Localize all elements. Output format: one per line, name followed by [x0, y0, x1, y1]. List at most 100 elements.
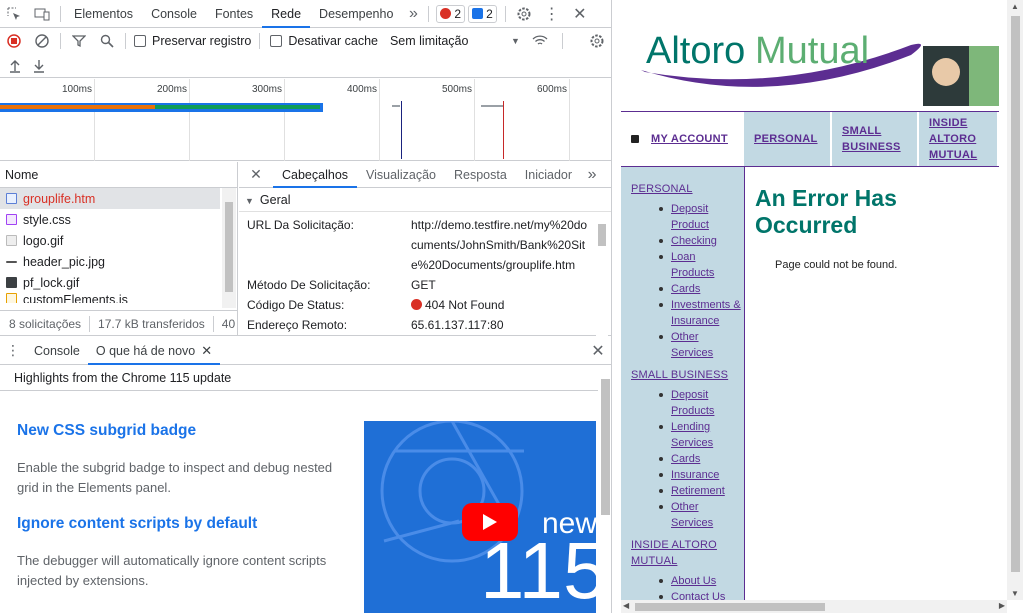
drawer-menu-icon[interactable]: ⋮ [0, 337, 26, 365]
nav-link[interactable]: Cards [659, 451, 741, 467]
nav-section-inside-altoro[interactable]: INSIDE ALTORO MUTUAL [631, 537, 721, 569]
drawer-scrollbar[interactable] [598, 365, 611, 613]
news-title[interactable]: New CSS subgrid badge [17, 422, 196, 440]
request-list-scrollbar[interactable] [222, 188, 236, 308]
scroll-left-arrow-icon[interactable]: ◀ [623, 601, 629, 610]
nav-section-personal[interactable]: PERSONAL [631, 181, 744, 197]
nav-link[interactable]: Deposit Product [659, 201, 741, 233]
page-vertical-scrollbar[interactable]: ▲ ▼ [1007, 0, 1023, 600]
nav-small-business[interactable]: SMALL BUSINESS [832, 112, 919, 166]
close-drawer-icon[interactable]: ✕ [584, 337, 611, 365]
network-timeline-overview[interactable]: 100ms 200ms 300ms 400ms 500ms 600ms [0, 79, 611, 161]
request-row[interactable]: grouplife.htm [0, 188, 220, 209]
tab-response[interactable]: Resposta [445, 162, 516, 188]
drawer-tab-whats-new[interactable]: O que há de novo ✕ [87, 337, 221, 365]
scroll-right-arrow-icon[interactable]: ▶ [999, 601, 1005, 610]
nav-inside-altoro[interactable]: INSIDE ALTORO MUTUAL [919, 112, 999, 166]
close-detail-icon[interactable]: ✕ [239, 161, 273, 189]
nav-link[interactable]: Cards [659, 281, 741, 297]
scrollbar-thumb[interactable] [1011, 16, 1020, 572]
divider [212, 315, 214, 332]
timeline-tick: 300ms [252, 79, 285, 161]
nav-link[interactable]: Other Services [659, 499, 741, 531]
nav-section-small-business[interactable]: SMALL BUSINESS [631, 367, 744, 383]
tab-network[interactable]: Rede [262, 0, 311, 28]
nav-link[interactable]: Deposit Products [659, 387, 741, 419]
nav-link[interactable]: Other Services [659, 329, 741, 361]
tab-preview[interactable]: Visualização [357, 162, 445, 188]
drawer-tab-console[interactable]: Console [26, 337, 88, 365]
detail-tabs: ✕ Cabeçalhos Visualização Resposta Inici… [239, 161, 611, 189]
scrollbar-thumb[interactable] [225, 202, 233, 292]
tab-sources[interactable]: Fontes [206, 0, 262, 28]
network-settings-icon[interactable] [583, 27, 611, 55]
site-header: Altoro Mutual [621, 0, 999, 110]
nav-link[interactable]: Insurance [659, 467, 741, 483]
message-count-badge[interactable]: 2 [468, 4, 497, 23]
nav-link[interactable]: Retirement [659, 483, 741, 499]
divider [60, 33, 61, 49]
scrollbar-thumb[interactable] [635, 603, 825, 611]
tab-elements[interactable]: Elementos [65, 0, 142, 28]
nav-my-account[interactable]: MY ACCOUNT [621, 112, 744, 166]
nav-link[interactable]: Investments & Insurance [659, 297, 741, 329]
scroll-down-arrow-icon[interactable]: ▼ [1011, 589, 1019, 598]
nav-link[interactable]: About Us [659, 573, 741, 589]
request-list-header[interactable]: Nome [0, 162, 237, 188]
export-har-icon[interactable] [27, 52, 51, 80]
preserve-log-checkbox[interactable]: Preservar registro [134, 34, 251, 48]
altoro-mutual-logo[interactable]: Altoro Mutual [621, 0, 999, 110]
timeline-bar [392, 105, 400, 107]
header-row-request-url: URL Da Solicitação: http://demo.testfire.… [247, 218, 588, 272]
page-horizontal-scrollbar[interactable]: ◀ ▶ [621, 600, 1007, 613]
nav-link[interactable]: Lending Services [659, 419, 741, 451]
scroll-up-arrow-icon[interactable]: ▲ [1011, 2, 1019, 11]
detail-scrollbar[interactable] [596, 212, 608, 336]
filter-icon[interactable] [65, 27, 93, 55]
dropdown-arrow-icon: ▼ [511, 36, 520, 46]
lock-icon [631, 135, 639, 143]
news-title[interactable]: Ignore content scripts by default [17, 515, 257, 533]
error-message: Page could not be found. [775, 259, 898, 271]
error-title: An Error Has Occurred [755, 185, 897, 238]
tab-console[interactable]: Console [142, 0, 206, 28]
general-section-header[interactable]: ▼ Geral [239, 188, 611, 212]
disable-cache-checkbox[interactable]: Desativar cache [270, 34, 378, 48]
checkbox-box[interactable] [270, 35, 283, 47]
request-row[interactable]: customElements.js [0, 293, 220, 303]
close-devtools-icon[interactable]: ✕ [566, 0, 594, 28]
more-tabs-icon[interactable]: » [402, 0, 424, 28]
request-row[interactable]: header_pic.jpg [0, 251, 220, 272]
video-thumbnail[interactable]: new 115 [364, 421, 596, 613]
close-tab-icon[interactable]: ✕ [201, 343, 212, 358]
request-row[interactable]: logo.gif [0, 230, 220, 251]
scrollbar-thumb[interactable] [598, 224, 606, 246]
network-conditions-icon[interactable] [526, 27, 554, 55]
tab-headers[interactable]: Cabeçalhos [273, 162, 358, 188]
nav-personal[interactable]: PERSONAL [744, 112, 832, 166]
device-toolbar-icon[interactable] [28, 0, 56, 28]
error-count-badge[interactable]: 2 [436, 4, 466, 23]
youtube-play-icon[interactable] [462, 503, 518, 541]
checkbox-box[interactable] [134, 35, 146, 47]
timeline-tick: 200ms [157, 79, 190, 161]
throttling-select[interactable]: Sem limitação ▼ [390, 34, 520, 48]
kebab-menu-icon[interactable]: ⋮ [538, 0, 566, 28]
whats-new-content: New CSS subgrid badge Enable the subgrid… [0, 392, 596, 613]
more-detail-tabs-icon[interactable]: » [581, 161, 603, 189]
tab-performance[interactable]: Desempenho [310, 0, 402, 28]
import-har-icon[interactable] [3, 52, 27, 80]
script-file-icon [6, 293, 17, 303]
logo-text-mutual: Mutual [755, 30, 869, 72]
nav-link[interactable]: Loan Products [659, 249, 741, 281]
network-split-view: Nome grouplife.htm style.css logo.gif he… [0, 161, 611, 336]
whats-new-heading: Highlights from the Chrome 115 update [0, 365, 611, 391]
inspect-element-icon[interactable] [0, 0, 28, 28]
scrollbar-thumb[interactable] [601, 379, 610, 515]
nav-link[interactable]: Checking [659, 233, 741, 249]
search-icon[interactable] [93, 27, 121, 55]
request-row[interactable]: style.css [0, 209, 220, 230]
settings-gear-icon[interactable] [510, 0, 538, 28]
request-row[interactable]: pf_lock.gif [0, 272, 220, 293]
tab-initiator[interactable]: Iniciador [516, 162, 581, 188]
